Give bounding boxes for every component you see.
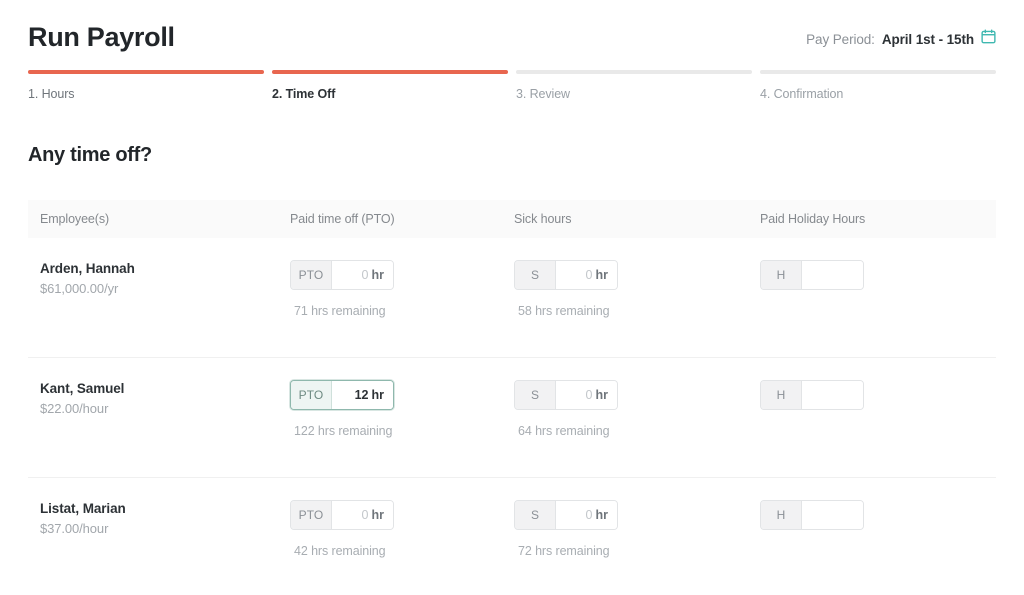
sick-cell: S 0 hr 64 hrs remaining xyxy=(514,380,760,477)
pto-value-field[interactable]: 0 hr xyxy=(332,501,393,529)
calendar-icon[interactable] xyxy=(981,29,996,49)
sick-value: 0 xyxy=(585,268,593,282)
pto-cell: PTO 12 hr 122 hrs remaining xyxy=(290,380,514,477)
holiday-value-field[interactable] xyxy=(802,381,863,409)
pto-remaining: 122 hrs remaining xyxy=(294,424,393,438)
page-header: Run Payroll Pay Period: April 1st - 15th xyxy=(0,0,1024,68)
pto-value: 0 xyxy=(361,268,369,282)
sick-value: 0 xyxy=(585,508,593,522)
holiday-value-field[interactable] xyxy=(802,501,863,529)
sick-value-field[interactable]: 0 hr xyxy=(556,261,617,289)
pto-unit: hr xyxy=(371,268,385,282)
holiday-cell: H xyxy=(760,260,996,357)
step-3-bar xyxy=(516,70,752,74)
holiday-prefix-label: H xyxy=(761,381,802,409)
sick-value-field[interactable]: 0 hr xyxy=(556,381,617,409)
pto-input[interactable]: PTO 12 hr xyxy=(290,380,394,410)
sick-unit: hr xyxy=(595,268,609,282)
holiday-input[interactable]: H xyxy=(760,260,864,290)
employee-name: Kant, Samuel xyxy=(40,381,125,396)
step-2-time-off[interactable]: 2. Time Off xyxy=(272,70,508,101)
sick-prefix-label: S xyxy=(515,261,556,289)
holiday-cell: H xyxy=(760,380,996,477)
sick-prefix-label: S xyxy=(515,381,556,409)
pto-prefix-label: PTO xyxy=(291,261,332,289)
holiday-cell: H xyxy=(760,500,996,595)
pto-value: 12 xyxy=(354,388,369,402)
progress-stepper: 1. Hours 2. Time Off 3. Review 4. Confir… xyxy=(28,70,996,101)
pto-remaining: 71 hrs remaining xyxy=(294,304,386,318)
column-header-holiday: Paid Holiday Hours xyxy=(760,212,866,226)
pto-value-field[interactable]: 12 hr xyxy=(332,381,393,409)
sick-value: 0 xyxy=(585,388,593,402)
sick-unit: hr xyxy=(595,388,609,402)
step-1-hours[interactable]: 1. Hours xyxy=(28,70,264,101)
holiday-prefix-label: H xyxy=(761,261,802,289)
holiday-prefix-label: H xyxy=(761,501,802,529)
sick-value-field[interactable]: 0 hr xyxy=(556,501,617,529)
sick-unit: hr xyxy=(595,508,609,522)
step-1-label: 1. Hours xyxy=(28,87,75,101)
sick-remaining: 72 hrs remaining xyxy=(518,544,610,558)
pto-input[interactable]: PTO 0 hr xyxy=(290,500,394,530)
step-4-confirmation[interactable]: 4. Confirmation xyxy=(760,70,996,101)
table-row: Kant, Samuel $22.00/hour PTO 12 hr 122 h… xyxy=(28,358,996,478)
pto-prefix-label: PTO xyxy=(291,381,332,409)
column-header-pto: Paid time off (PTO) xyxy=(290,212,395,226)
pay-period-selector[interactable]: Pay Period: April 1st - 15th xyxy=(806,19,996,49)
pto-cell: PTO 0 hr 71 hrs remaining xyxy=(290,260,514,357)
sick-prefix-label: S xyxy=(515,501,556,529)
sick-remaining: 58 hrs remaining xyxy=(518,304,610,318)
step-3-review[interactable]: 3. Review xyxy=(516,70,752,101)
column-header-employee: Employee(s) xyxy=(40,212,110,226)
page-title: Run Payroll xyxy=(28,21,175,52)
sick-input[interactable]: S 0 hr xyxy=(514,500,618,530)
pto-input[interactable]: PTO 0 hr xyxy=(290,260,394,290)
table-header-row: Employee(s) Paid time off (PTO) Sick hou… xyxy=(28,200,996,238)
employee-cell: Listat, Marian $37.00/hour xyxy=(28,500,290,595)
holiday-input[interactable]: H xyxy=(760,380,864,410)
employee-cell: Kant, Samuel $22.00/hour xyxy=(28,380,290,477)
pay-period-label: Pay Period: xyxy=(806,31,875,47)
step-4-bar xyxy=(760,70,996,74)
step-2-bar xyxy=(272,70,508,74)
employee-name: Listat, Marian xyxy=(40,501,126,516)
step-4-label: 4. Confirmation xyxy=(760,87,844,101)
step-1-bar xyxy=(28,70,264,74)
step-3-label: 3. Review xyxy=(516,87,570,101)
sick-cell: S 0 hr 58 hrs remaining xyxy=(514,260,760,357)
sick-remaining: 64 hrs remaining xyxy=(518,424,610,438)
pay-period-value: April 1st - 15th xyxy=(881,31,974,47)
pto-unit: hr xyxy=(371,508,385,522)
sick-input[interactable]: S 0 hr xyxy=(514,260,618,290)
sick-cell: S 0 hr 72 hrs remaining xyxy=(514,500,760,595)
pto-value-field[interactable]: 0 hr xyxy=(332,261,393,289)
pto-prefix-label: PTO xyxy=(291,501,332,529)
pto-value: 0 xyxy=(361,508,369,522)
table-row: Arden, Hannah $61,000.00/yr PTO 0 hr 71 … xyxy=(28,238,996,358)
employee-rate: $22.00/hour xyxy=(40,401,109,417)
run-payroll-page: Run Payroll Pay Period: April 1st - 15th… xyxy=(0,0,1024,595)
holiday-value-field[interactable] xyxy=(802,261,863,289)
time-off-table: Employee(s) Paid time off (PTO) Sick hou… xyxy=(28,200,996,595)
pto-cell: PTO 0 hr 42 hrs remaining xyxy=(290,500,514,595)
employee-rate: $61,000.00/yr xyxy=(40,281,119,297)
employee-name: Arden, Hannah xyxy=(40,261,135,276)
employee-cell: Arden, Hannah $61,000.00/yr xyxy=(28,260,290,357)
column-header-sick: Sick hours xyxy=(514,212,572,226)
section-heading: Any time off? xyxy=(28,144,152,166)
table-row: Listat, Marian $37.00/hour PTO 0 hr 42 h… xyxy=(28,478,996,595)
holiday-input[interactable]: H xyxy=(760,500,864,530)
step-2-label: 2. Time Off xyxy=(272,87,336,101)
pto-unit: hr xyxy=(371,388,385,402)
employee-rate: $37.00/hour xyxy=(40,521,109,537)
sick-input[interactable]: S 0 hr xyxy=(514,380,618,410)
pto-remaining: 42 hrs remaining xyxy=(294,544,386,558)
